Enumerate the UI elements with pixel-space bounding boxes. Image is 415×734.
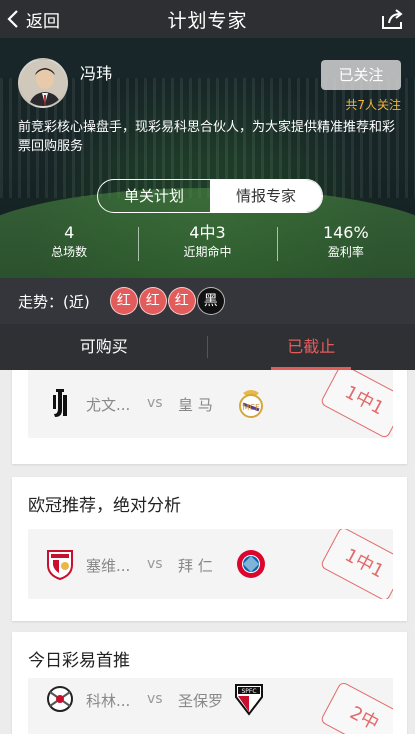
stats-row: 4 总场数 4中3 近期命中 146% 盈利率 [0, 223, 415, 265]
plan-title: 欧冠推荐，绝对分析 [28, 496, 181, 516]
tab-single-plan[interactable]: 单关计划 [98, 180, 210, 212]
trend-badges: 红 红 红 黑 [109, 287, 225, 315]
svg-text:MCF: MCF [242, 403, 259, 412]
stat-label: 总场数 [51, 245, 88, 259]
follower-count: 共7人关注 [345, 98, 401, 112]
away-team: 拜 仁 [178, 557, 213, 575]
stat-value: 146% [322, 223, 369, 242]
away-team: 圣保罗 [178, 692, 224, 710]
back-label: 返回 [26, 11, 60, 32]
tab-intel-expert[interactable]: 情报专家 [210, 180, 322, 212]
plan-card[interactable]: 欧冠推荐，绝对分析 塞维... vs 拜 仁 1中1 [12, 477, 407, 621]
page-title: 计划专家 [167, 9, 248, 32]
sao-paulo-logo-icon: SPFC [235, 684, 263, 716]
stat-value: 4 [64, 223, 75, 242]
plan-tab-switch: 单关计划 情报专家 [97, 179, 323, 213]
trend-badge-black: 黑 [196, 287, 225, 315]
stat-label: 盈利率 [327, 245, 364, 259]
match-row[interactable]: 科林... vs 圣保罗 SPFC 2中 [28, 678, 393, 734]
follow-button[interactable]: 已关注 [321, 60, 401, 90]
stat-profit-rate: 146% 盈利率 [276, 223, 415, 265]
result-stamp: 1中1 [319, 529, 393, 599]
plan-card[interactable]: 今日彩易首推 科林... vs 圣保罗 SPFC 2中 [12, 632, 407, 734]
stat-label: 近期命中 [183, 245, 232, 259]
chevron-left-icon [7, 10, 18, 28]
svg-text:SPFC: SPFC [241, 688, 256, 695]
result-stamp: 2中 [319, 680, 393, 734]
result-stamp: 1中1 [319, 370, 393, 438]
avatar[interactable] [18, 58, 68, 108]
expert-name: 冯玮 [80, 64, 113, 83]
expert-profile-header: 冯玮 已关注 共7人关注 前竞彩核心操盘手，现彩易科思合伙人，为大家提供精准推荐… [0, 38, 415, 278]
match-row[interactable]: 塞维... vs 拜 仁 1中1 [28, 529, 393, 599]
nav-bar: 返回 计划专家 [0, 0, 415, 38]
stat-total-matches: 4 总场数 [0, 223, 138, 265]
home-team: 塞维... [86, 557, 131, 575]
match-row[interactable]: 尤文... vs 皇 马 MCF 1中1 [28, 370, 393, 438]
trend-badge-red: 红 [109, 287, 138, 315]
real-madrid-logo-icon: MCF [239, 390, 263, 418]
plan-card[interactable]: 尤文... vs 皇 马 MCF 1中1 [12, 370, 407, 464]
sevilla-logo-icon [47, 550, 73, 581]
trend-badge-red: 红 [138, 287, 167, 315]
vs-label: vs [147, 691, 163, 707]
vs-label: vs [147, 395, 163, 411]
vs-label: vs [147, 556, 163, 572]
back-button[interactable]: 返回 [6, 0, 60, 38]
stat-value: 4中3 [189, 223, 226, 242]
corinthians-logo-icon [47, 686, 73, 712]
away-team: 皇 马 [178, 396, 213, 414]
purchase-tabs: 可购买 已截止 [0, 324, 415, 370]
home-team: 科林... [86, 692, 131, 710]
stat-recent-hits: 4中3 近期命中 [138, 223, 276, 265]
trend-row: 走势：(近) 红 红 红 黑 [0, 278, 415, 324]
plan-title: 今日彩易首推 [28, 651, 130, 671]
trend-label: 走势：(近) [18, 292, 90, 311]
bayern-logo-icon [237, 550, 265, 578]
share-icon[interactable] [379, 6, 405, 32]
tab-closed[interactable]: 已截止 [208, 324, 415, 370]
screen: 返回 计划专家 冯玮 已关注 共7人关注 前竞彩核心操盘手，现彩易科思合伙人，为… [0, 0, 415, 734]
juventus-logo-icon [53, 389, 67, 417]
home-team: 尤文... [86, 396, 131, 414]
plan-list[interactable]: 尤文... vs 皇 马 MCF 1中1 欧冠推荐，绝对分析 塞维... vs … [0, 370, 415, 734]
tab-available[interactable]: 可购买 [0, 324, 208, 370]
expert-bio: 前竞彩核心操盘手，现彩易科思合伙人，为大家提供精准推荐和彩票回购服务 [18, 120, 396, 154]
trend-badge-red: 红 [167, 287, 196, 315]
